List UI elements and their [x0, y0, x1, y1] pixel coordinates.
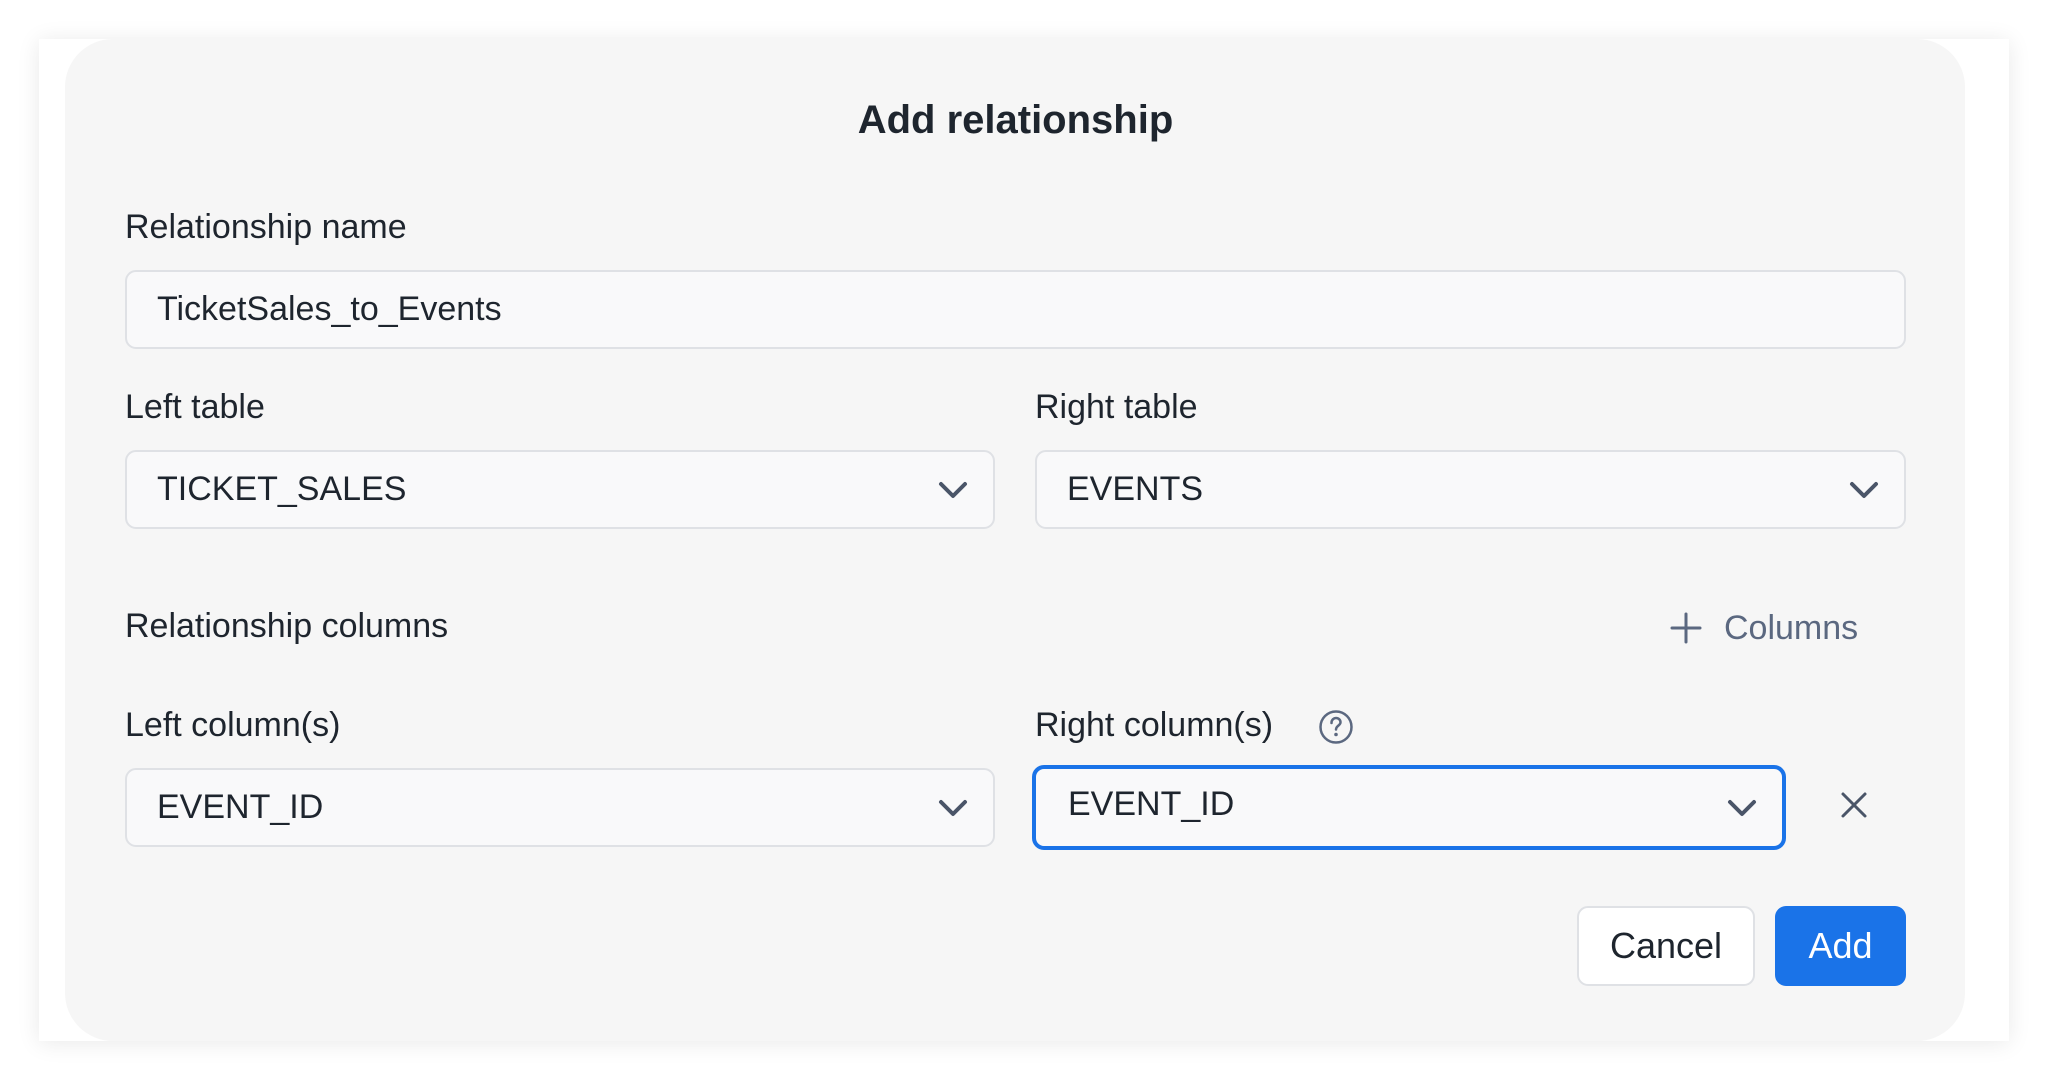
add-columns-label: Columns [1724, 608, 1859, 647]
right-column-value: EVENT_ID [1068, 785, 1235, 823]
right-table-select[interactable]: EVENTS [1035, 450, 1906, 529]
right-column-select[interactable]: EVENT_ID [1032, 765, 1786, 850]
cancel-button[interactable]: Cancel [1577, 906, 1755, 986]
question-circle-icon[interactable] [1318, 709, 1354, 745]
chevron-down-icon [1728, 799, 1756, 816]
right-column-label: Right column(s) [1035, 706, 1274, 744]
chevron-down-icon [939, 481, 967, 498]
relationship-name-label: Relationship name [125, 208, 407, 246]
left-table-value: TICKET_SALES [157, 470, 407, 508]
left-table-label: Left table [125, 388, 265, 426]
add-columns-button[interactable]: Columns [1670, 603, 1858, 653]
dialog-title: Add relationship [857, 98, 1174, 142]
left-column-value: EVENT_ID [157, 788, 324, 826]
right-table-label: Right table [1035, 388, 1198, 426]
plus-icon [1670, 612, 1702, 644]
add-relationship-dialog [65, 39, 1965, 1041]
chevron-down-icon [1850, 481, 1878, 498]
left-table-select[interactable]: TICKET_SALES [125, 450, 995, 529]
left-column-select[interactable]: EVENT_ID [125, 768, 995, 847]
remove-column-pair-close-icon[interactable] [1837, 788, 1871, 822]
relationship-name-input[interactable]: TicketSales_to_Events [125, 270, 1906, 349]
add-button[interactable]: Add [1775, 906, 1906, 986]
chevron-down-icon [939, 799, 967, 816]
relationship-columns-heading: Relationship columns [125, 607, 449, 645]
left-column-label: Left column(s) [125, 706, 341, 744]
right-table-value: EVENTS [1067, 470, 1204, 508]
